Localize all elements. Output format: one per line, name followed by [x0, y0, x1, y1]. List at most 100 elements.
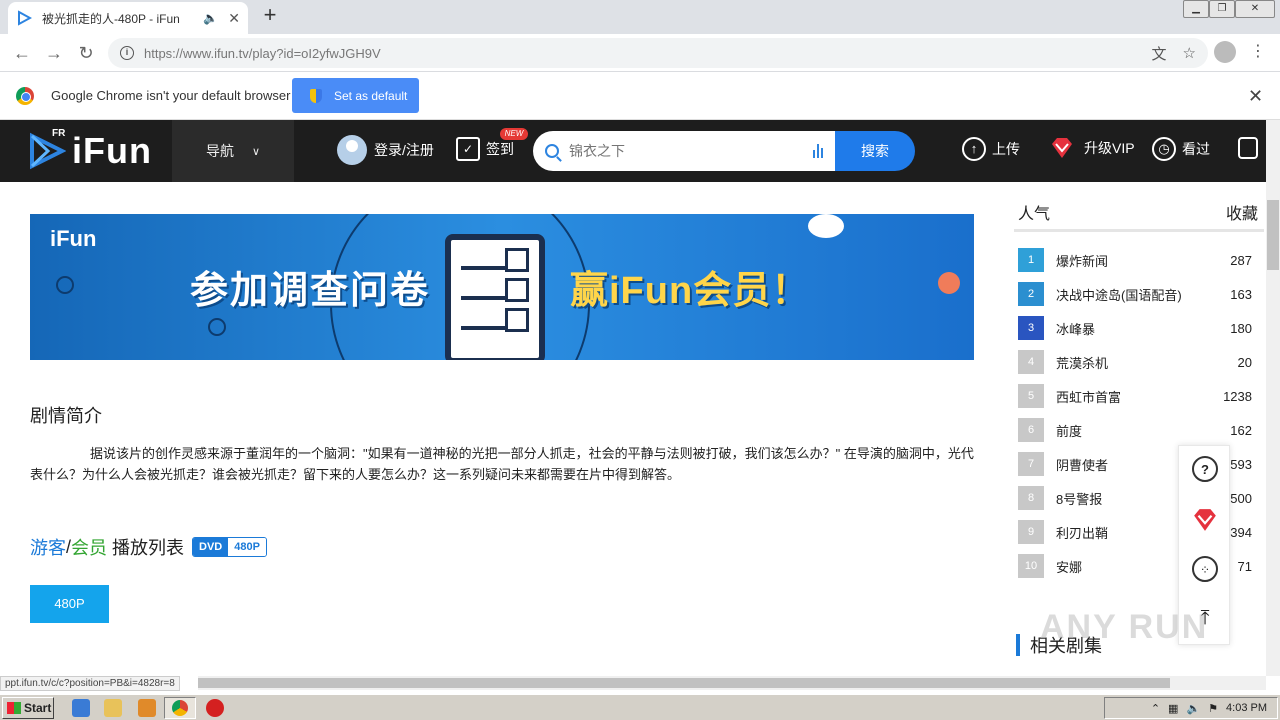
reload-icon[interactable]: ↻ [74, 41, 98, 65]
vertical-scroll-thumb[interactable] [1267, 200, 1279, 270]
rank-title[interactable]: 荒漠杀机 [1056, 353, 1238, 372]
profile-avatar[interactable] [1214, 41, 1236, 63]
rank-number: 7 [1018, 452, 1044, 476]
search-box[interactable] [533, 131, 835, 171]
back-icon[interactable]: ← [10, 41, 34, 65]
badge-dvd: DVD [193, 538, 229, 556]
search-button[interactable]: 搜索 [835, 131, 915, 171]
ranking-item[interactable]: 4 荒漠杀机 20 [1018, 350, 1252, 374]
start-button[interactable]: Start [2, 697, 54, 719]
banner-deco [208, 318, 226, 336]
close-tab-icon[interactable]: ✕ [228, 10, 240, 27]
episode-button[interactable]: 480P [30, 585, 109, 623]
clock-icon: ◷ [1152, 137, 1176, 161]
set-default-label: Set as default [334, 88, 408, 103]
survey-banner[interactable]: iFun 参加调查问卷 赢iFun会员！ [30, 214, 974, 360]
rank-number: 6 [1018, 418, 1044, 442]
chrome-logo-icon [16, 87, 34, 105]
browser-tab[interactable]: 被光抓走的人-480P - iFun 🔈 ✕ [8, 2, 248, 34]
ie-icon[interactable] [72, 699, 90, 717]
upload-link[interactable]: ↑ 上传 [962, 137, 1020, 161]
banner-text-right: 赢iFun会员！ [570, 270, 811, 312]
ranking-item[interactable]: 1 爆炸新闻 287 [1018, 248, 1252, 272]
guest-link[interactable]: 游客 [30, 534, 66, 560]
ranking-item[interactable]: 5 西虹市首富 1238 [1018, 384, 1252, 408]
set-default-button[interactable]: Set as default [292, 78, 419, 113]
chrome-taskbar-button[interactable] [164, 697, 196, 719]
minimize-button[interactable]: ▁ [1183, 0, 1209, 18]
audio-playing-icon[interactable]: 🔈 [203, 11, 218, 25]
voice-search-icon[interactable] [813, 144, 823, 158]
search-input[interactable] [569, 143, 813, 159]
tab-favorite[interactable]: 收藏 [1226, 200, 1258, 224]
network-icon[interactable]: ▦ [1168, 702, 1178, 715]
infobar-close-icon[interactable]: ✕ [1248, 86, 1263, 107]
vip-gem-icon [1052, 138, 1072, 158]
vip-gem-icon[interactable] [1192, 508, 1218, 534]
film-reel-icon[interactable]: ⁘ [1192, 556, 1218, 582]
tab-popular[interactable]: 人气 [1018, 200, 1050, 224]
rank-count: 500 [1230, 490, 1252, 506]
rank-title[interactable]: 前度 [1056, 421, 1230, 440]
volume-icon[interactable]: 🔈 [1186, 702, 1200, 715]
search-icon [545, 144, 559, 158]
vip-link[interactable]: 升级VIP [1050, 137, 1135, 159]
upload-arrow-icon: ↑ [962, 137, 986, 161]
forward-icon[interactable]: → [42, 41, 66, 65]
clock: 4:03 PM [1226, 702, 1267, 714]
flag-icon[interactable]: ⚑ [1208, 702, 1218, 715]
rank-count: 162 [1230, 422, 1252, 438]
restore-button[interactable]: ❐ [1209, 0, 1235, 18]
nav-dropdown[interactable]: 导航 ∨ [172, 120, 294, 182]
ifun-logo[interactable]: FR iFun [28, 128, 152, 172]
logo-badge: FR [52, 128, 66, 139]
tray-expand-icon[interactable]: ⌃ [1151, 702, 1160, 715]
rank-count: 593 [1230, 456, 1252, 472]
chrome-menu-icon[interactable]: ⋮ [1250, 41, 1266, 61]
rank-number: 8 [1018, 486, 1044, 510]
site-info-icon[interactable]: i [120, 46, 134, 60]
url-text[interactable]: https://www.ifun.tv/play?id=oI2yfwJGH9V [144, 46, 1136, 61]
ranking-item[interactable]: 3 冰峰暴 180 [1018, 316, 1252, 340]
checkin-label: 签到 [486, 141, 514, 157]
login-link[interactable]: 登录/注册 [337, 135, 434, 165]
message-icon[interactable] [1238, 137, 1258, 159]
folder-icon[interactable] [104, 699, 122, 717]
rank-count: 394 [1230, 524, 1252, 540]
rank-title[interactable]: 冰峰暴 [1056, 319, 1230, 338]
close-window-button[interactable]: ✕ [1235, 0, 1275, 18]
rank-title[interactable]: 决战中途岛(国语配音) [1056, 285, 1230, 304]
rank-title[interactable]: 西虹市首富 [1056, 387, 1223, 406]
checkin-link[interactable]: ✓ 签到 [456, 137, 514, 161]
address-bar[interactable]: i https://www.ifun.tv/play?id=oI2yfwJGH9… [108, 38, 1208, 68]
rank-count: 20 [1237, 354, 1252, 370]
new-tab-button[interactable]: + [258, 4, 282, 28]
playlist-heading: 游客 / 会员 播放列表 DVD 480P [30, 534, 267, 560]
help-icon[interactable]: ? [1192, 456, 1218, 482]
media-player-icon[interactable] [138, 699, 156, 717]
bookmark-star-icon[interactable]: ☆ [1183, 44, 1196, 62]
synopsis-text: 据说该片的创作灵感来源于董润年的一个脑洞："如果有一道神秘的光把一部分人抓走，社… [30, 446, 974, 482]
rank-count: 163 [1230, 286, 1252, 302]
ranking-item[interactable]: 6 前度 162 [1018, 418, 1252, 442]
rank-title[interactable]: 爆炸新闻 [1056, 251, 1230, 270]
login-label: 登录/注册 [374, 142, 434, 158]
nav-label: 导航 [205, 143, 234, 159]
warning-icon[interactable] [206, 699, 224, 717]
ranking-item[interactable]: 2 决战中途岛(国语配音) 163 [1018, 282, 1252, 306]
horizontal-scroll-thumb[interactable] [198, 678, 1170, 688]
upload-label: 上传 [992, 141, 1020, 157]
rank-count: 287 [1230, 252, 1252, 268]
translate-icon[interactable]: 文 [1152, 43, 1167, 64]
banner-text-left: 参加调查问卷 [190, 270, 431, 312]
calendar-check-icon: ✓ [456, 137, 480, 161]
question-bubble-icon [938, 272, 960, 294]
history-link[interactable]: ◷ 看过 [1152, 137, 1210, 161]
infobar-text: Google Chrome isn't your default browser [51, 88, 291, 103]
rank-number: 10 [1018, 554, 1044, 578]
ranking-tabs: 人气 收藏 [1018, 200, 1258, 224]
quality-badge: DVD 480P [192, 537, 267, 557]
banner-logo: iFun [50, 226, 97, 251]
member-link[interactable]: 会员 [71, 534, 107, 560]
anyrun-watermark: ANY RUN [1040, 608, 1209, 646]
